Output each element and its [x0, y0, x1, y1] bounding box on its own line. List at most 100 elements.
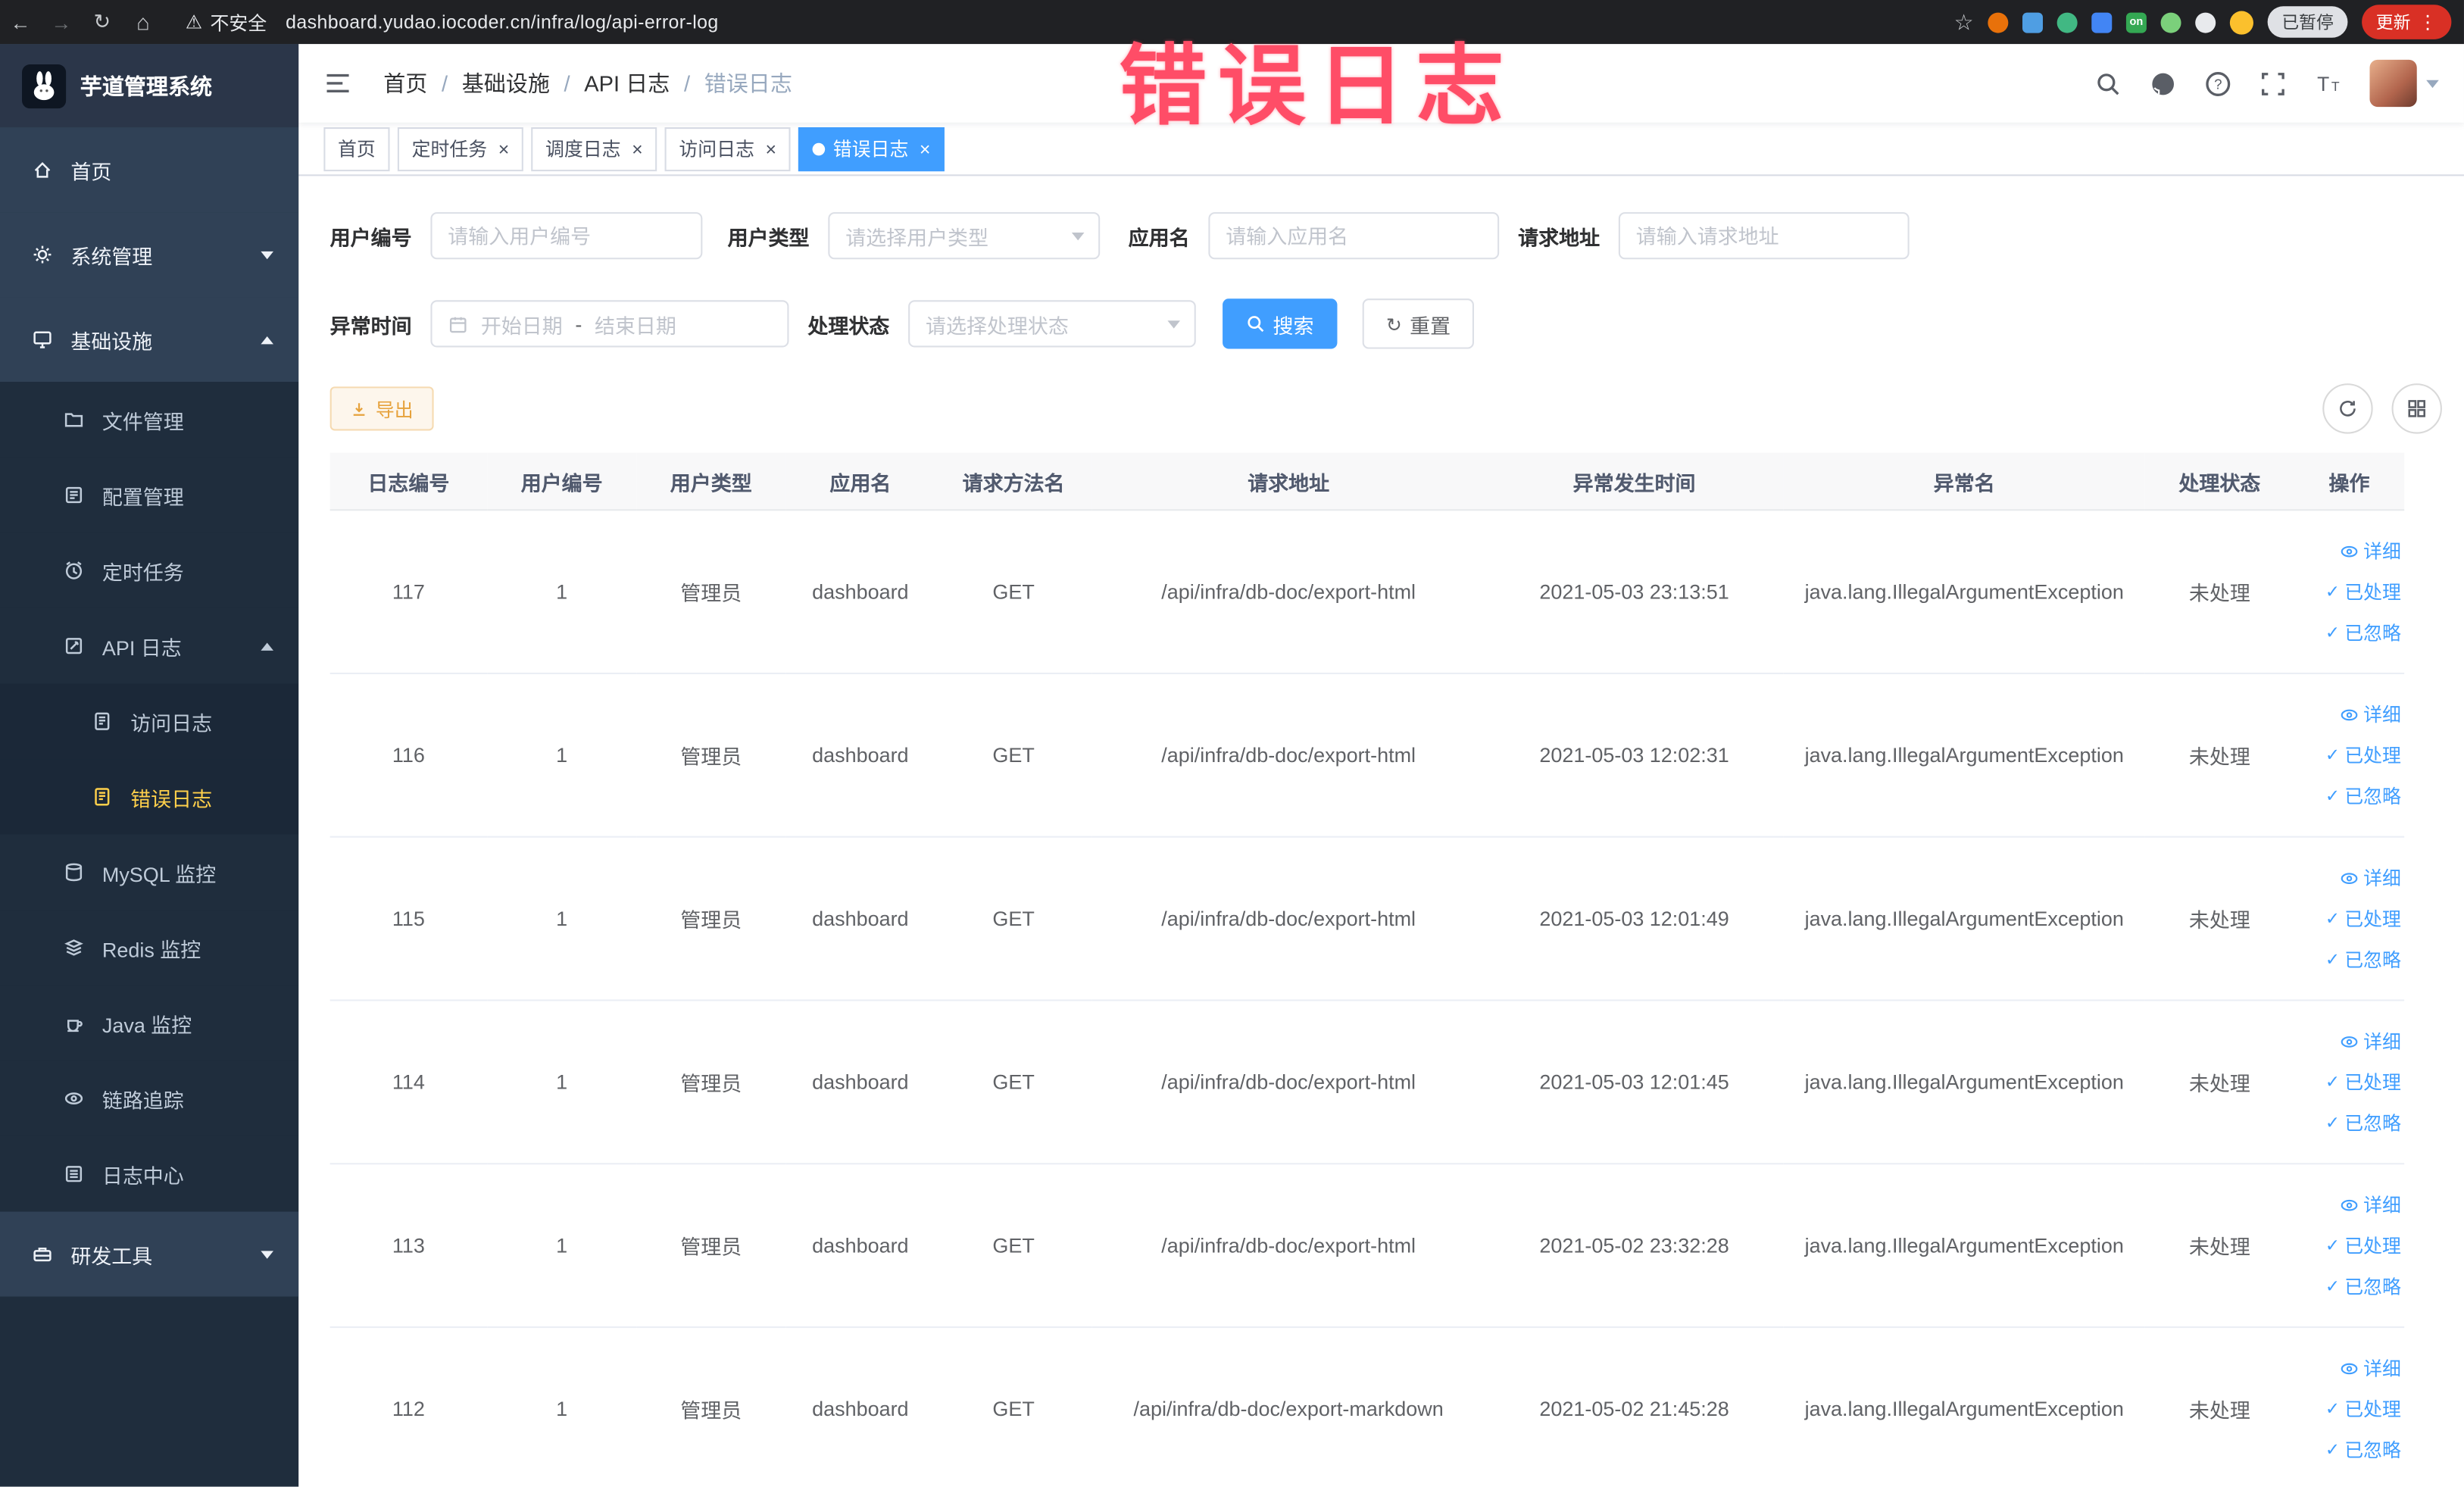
chevron-up-icon [261, 335, 273, 344]
breadcrumb-home[interactable]: 首页 [383, 67, 427, 98]
col-app-name: 应用名 [785, 452, 935, 511]
grid-icon [2408, 400, 2425, 417]
reset-button[interactable]: 重置 [1362, 298, 1475, 349]
detail-link[interactable]: 详细 [2296, 858, 2401, 898]
sidebar-item-file-mgmt[interactable]: 文件管理 [0, 382, 299, 458]
process-status-label: 处理状态 [807, 313, 890, 338]
extension-icon[interactable] [2022, 11, 2043, 33]
ignored-link[interactable]: 已忽略 [2296, 1429, 2401, 1470]
exception-time-label: 异常时间 [329, 313, 412, 338]
tab-scheduled-tasks[interactable]: 定时任务 [397, 127, 523, 171]
user-type-select[interactable]: 请选择用户类型 [828, 212, 1101, 260]
ignored-link[interactable]: 已忽略 [2296, 939, 2401, 980]
table-row: 116 1 管理员 dashboard GET /api/infra/db-do… [329, 673, 2405, 838]
detail-link[interactable]: 详细 [2296, 1020, 2401, 1061]
process-status-select[interactable]: 请选择处理状态 [908, 300, 1196, 348]
reload-icon[interactable] [82, 9, 123, 34]
sidebar-item-log-center[interactable]: 日志中心 [0, 1136, 299, 1212]
status-badge: 未处理 [2144, 1164, 2294, 1329]
extension-icon[interactable] [2091, 11, 2113, 33]
tab-access-log[interactable]: 访问日志 [664, 127, 791, 171]
extension-icon[interactable] [2160, 11, 2181, 33]
ignored-link[interactable]: 已忽略 [2296, 1266, 2401, 1307]
date-range-picker[interactable]: 开始日期 - 结束日期 [430, 300, 789, 348]
extension-icon[interactable] [1988, 11, 2009, 33]
detail-link[interactable]: 详细 [2296, 1184, 2401, 1225]
search-icon [1248, 316, 1264, 333]
processed-link[interactable]: 已处理 [2296, 898, 2401, 939]
processed-link[interactable]: 已处理 [2296, 1389, 2401, 1429]
sidebar-item-scheduled-tasks[interactable]: 定时任务 [0, 533, 299, 608]
refresh-table-button[interactable] [2322, 383, 2373, 434]
github-icon[interactable] [2150, 70, 2176, 96]
export-button[interactable]: 导出 [329, 386, 434, 431]
chevron-down-icon [2426, 79, 2439, 88]
sidebar-item-infrastructure[interactable]: 基础设施 [0, 297, 299, 383]
processed-link[interactable]: 已处理 [2296, 1061, 2401, 1102]
extension-icon[interactable] [2195, 11, 2216, 33]
sidebar: 芋道管理系统 首页 系统管理 基础设施 文件管理 配置管理 定时任务 API 日… [0, 44, 299, 1487]
ignored-link[interactable]: 已忽略 [2296, 1102, 2401, 1143]
url-bar[interactable]: dashboard.yudao.iocoder.cn/infra/log/api… [286, 11, 719, 33]
sidebar-item-system-mgmt[interactable]: 系统管理 [0, 212, 299, 298]
extension-icon[interactable] [2056, 11, 2078, 33]
monitor-icon [31, 328, 55, 351]
sidebar-item-access-log[interactable]: 访问日志 [0, 683, 299, 760]
sidebar-item-config-mgmt[interactable]: 配置管理 [0, 457, 299, 533]
sidebar-item-trace[interactable]: 链路追踪 [0, 1061, 299, 1136]
table-row: 117 1 管理员 dashboard GET /api/infra/db-do… [329, 510, 2405, 675]
browser-menu-icon[interactable] [2419, 11, 2437, 33]
eye-icon [63, 1087, 86, 1111]
search-button[interactable]: 搜索 [1223, 298, 1338, 349]
sidebar-item-mysql-monitor[interactable]: MySQL 监控 [0, 834, 299, 911]
home-icon[interactable] [123, 9, 164, 34]
forward-icon[interactable] [41, 10, 82, 33]
eye-icon [2341, 545, 2358, 557]
profile-avatar-icon[interactable] [2229, 10, 2253, 34]
user-id-input[interactable] [430, 212, 703, 260]
tab-dispatch-log[interactable]: 调度日志 [531, 127, 657, 171]
column-settings-button[interactable] [2391, 383, 2442, 434]
processed-link[interactable]: 已处理 [2296, 1225, 2401, 1266]
user-menu[interactable] [2369, 59, 2439, 108]
bookmark-star-icon[interactable] [1954, 8, 1974, 35]
back-icon[interactable] [0, 10, 41, 33]
chevron-down-icon [261, 1250, 273, 1258]
site-security-chip[interactable]: 不安全 [186, 8, 267, 35]
sidebar-collapse-icon[interactable] [323, 67, 354, 98]
status-badge: 未处理 [2144, 1000, 2294, 1165]
update-button[interactable]: 更新 [2362, 5, 2452, 39]
doc-icon [91, 785, 114, 808]
refresh-icon [1386, 312, 1402, 336]
processed-link[interactable]: 已处理 [2296, 571, 2401, 612]
processed-link[interactable]: 已处理 [2296, 735, 2401, 776]
request-url-input[interactable] [1618, 212, 1910, 260]
sidebar-item-error-log[interactable]: 错误日志 [0, 759, 299, 835]
eye-icon [2341, 708, 2358, 720]
tab-home[interactable]: 首页 [323, 127, 390, 171]
font-size-icon[interactable]: TT [2315, 70, 2341, 96]
app-name-input[interactable] [1208, 212, 1500, 260]
sidebar-item-api-log[interactable]: API 日志 [0, 608, 299, 684]
ignored-link[interactable]: 已忽略 [2296, 612, 2401, 653]
detail-link[interactable]: 详细 [2296, 530, 2401, 571]
page-content: 用户编号 用户类型 请选择用户类型 应用名 请求地址 异常时间 开始日期 - [298, 176, 2464, 1487]
sidebar-item-redis-monitor[interactable]: Redis 监控 [0, 910, 299, 986]
detail-link[interactable]: 详细 [2296, 1348, 2401, 1389]
ignored-link[interactable]: 已忽略 [2296, 776, 2401, 817]
sidebar-item-java-monitor[interactable]: Java 监控 [0, 985, 299, 1061]
extension-on-icon[interactable]: on [2125, 11, 2147, 33]
tab-error-log[interactable]: 错误日志 [798, 127, 945, 171]
navbar-actions: ? TT [2094, 59, 2439, 108]
help-icon[interactable]: ? [2205, 70, 2231, 96]
sidebar-item-dev-tools[interactable]: 研发工具 [0, 1211, 299, 1297]
eye-icon [2341, 872, 2358, 883]
search-icon[interactable] [2094, 70, 2121, 96]
detail-link[interactable]: 详细 [2296, 694, 2401, 735]
paused-badge[interactable]: 已暂停 [2267, 6, 2348, 38]
sidebar-item-home[interactable]: 首页 [0, 127, 299, 213]
breadcrumb-api-log[interactable]: API 日志 [550, 67, 670, 98]
fullscreen-icon[interactable] [2259, 70, 2286, 96]
table-header-row: 日志编号 用户编号 用户类型 应用名 请求方法名 请求地址 异常发生时间 异常名… [329, 452, 2405, 511]
breadcrumb-infra[interactable]: 基础设施 [427, 67, 550, 98]
